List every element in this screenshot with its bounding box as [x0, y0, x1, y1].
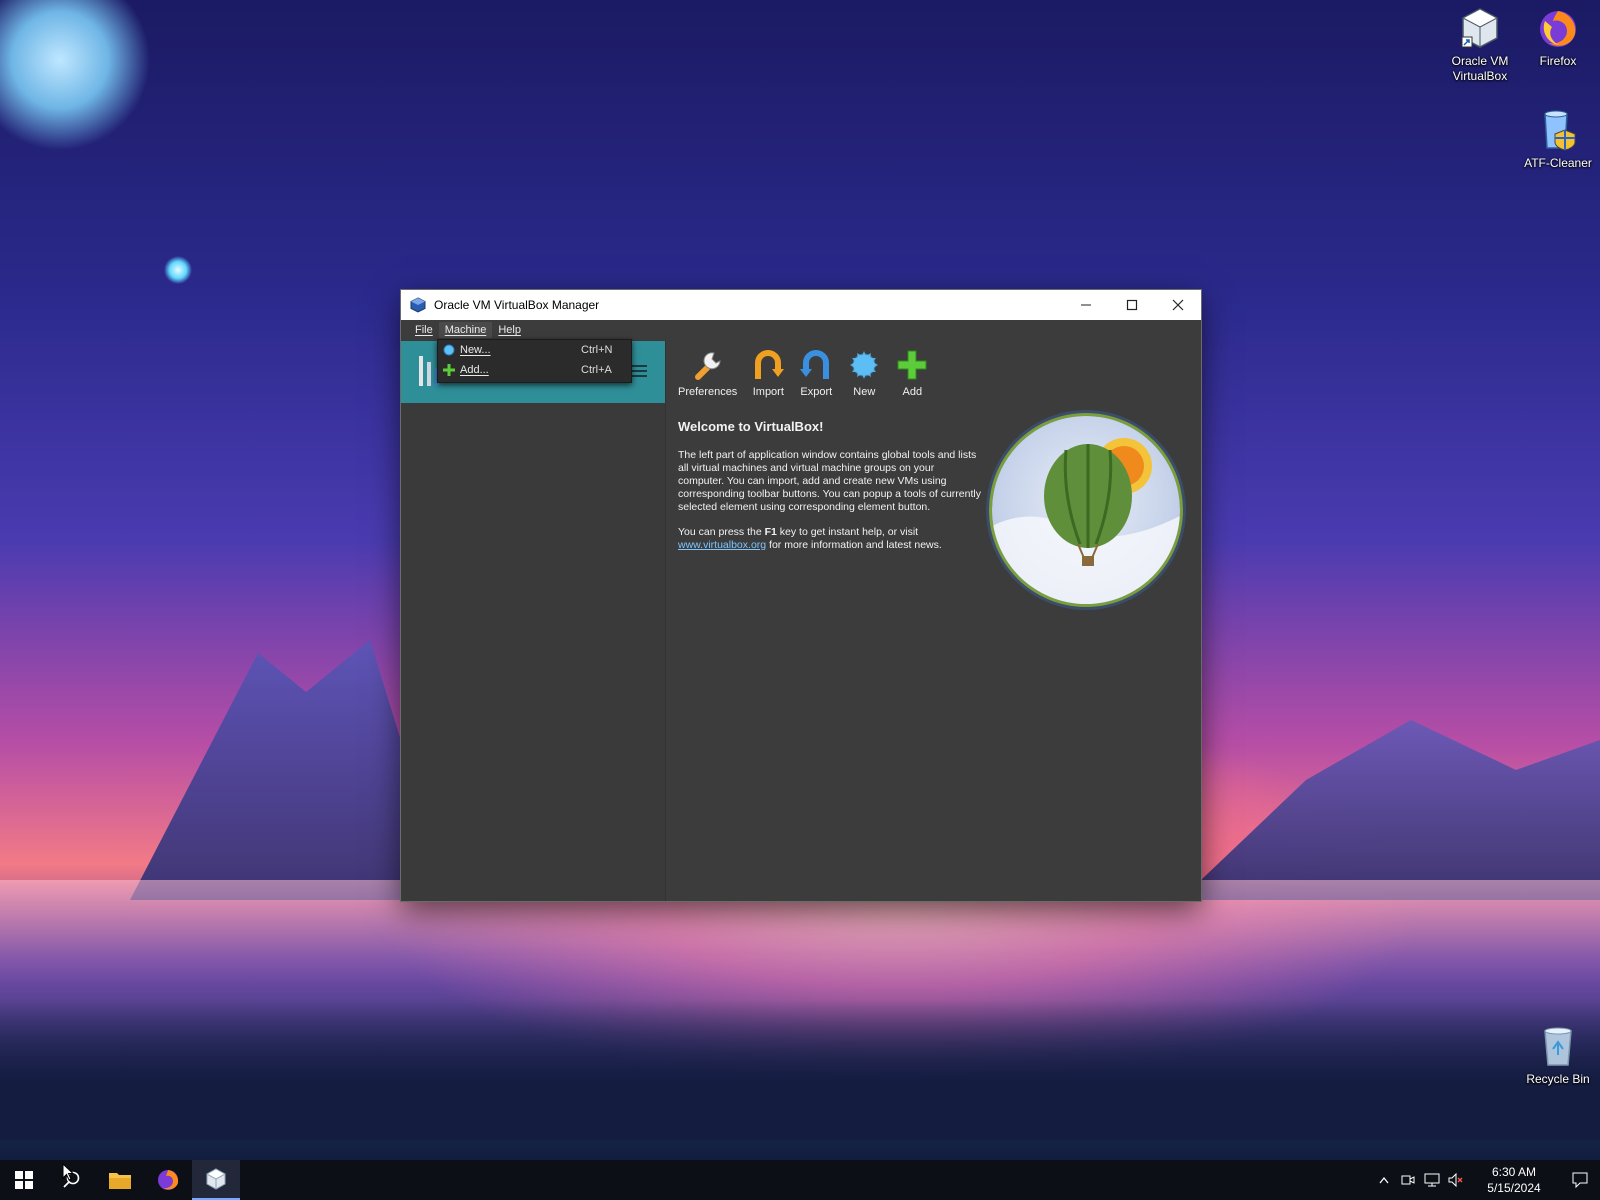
export-button[interactable]: Export: [795, 344, 837, 404]
welcome-balloon-illustration: [992, 416, 1180, 604]
system-tray: 6:30 AM 5/15/2024: [1372, 1160, 1600, 1200]
preferences-label: Preferences: [678, 386, 738, 398]
desktop-icon-recycle-bin[interactable]: Recycle Bin: [1518, 1024, 1598, 1087]
clock-time: 6:30 AM: [1491, 1165, 1537, 1179]
virtualbox-link[interactable]: www.virtualbox.org: [678, 539, 766, 551]
new-vm-icon: [847, 348, 881, 382]
preferences-button[interactable]: Preferences: [674, 344, 741, 404]
volume-muted-icon[interactable]: [1444, 1173, 1468, 1187]
title-bar[interactable]: Oracle VM VirtualBox Manager: [401, 290, 1201, 320]
close-button[interactable]: [1155, 290, 1201, 320]
desktop-icon-virtualbox[interactable]: Oracle VM VirtualBox: [1440, 6, 1520, 84]
close-icon: [1172, 299, 1184, 311]
add-label: Add: [902, 386, 923, 398]
desktop-icon-label: VirtualBox: [1452, 69, 1508, 83]
menu-item-label: Add...: [460, 364, 489, 376]
welcome-paragraph: The left part of application window cont…: [678, 449, 981, 513]
minimize-icon: [1081, 304, 1091, 306]
help-text: You can press the: [678, 526, 765, 538]
menu-file[interactable]: File: [409, 322, 439, 338]
wallpaper-mountain: [1180, 720, 1600, 900]
taskbar-file-explorer[interactable]: [96, 1160, 144, 1200]
f1-key: F1: [764, 526, 777, 538]
welcome-heading: Welcome to VirtualBox!: [678, 419, 824, 434]
windows-logo-icon: [15, 1171, 33, 1189]
network-icon[interactable]: [1420, 1173, 1444, 1187]
desktop-icon-label: ATF-Cleaner: [1524, 156, 1592, 170]
machine-list-pane: [401, 340, 666, 901]
menu-machine[interactable]: Machine: [438, 322, 493, 338]
mouse-cursor-icon: [62, 1163, 74, 1181]
maximize-icon: [1126, 299, 1138, 311]
firefox-icon: [158, 1170, 179, 1190]
import-button[interactable]: Import: [747, 344, 789, 404]
menu-item-label: New...: [460, 344, 491, 356]
virtualbox-icon: [205, 1168, 227, 1190]
minimize-button[interactable]: [1063, 290, 1109, 320]
atf-cleaner-icon: [1536, 108, 1580, 152]
virtualbox-app-icon: [410, 297, 426, 313]
taskbar-firefox[interactable]: [144, 1160, 192, 1200]
taskbar: 6:30 AM 5/15/2024: [0, 1160, 1600, 1200]
start-button[interactable]: [0, 1160, 48, 1200]
desktop-icon-label: Recycle Bin: [1526, 1072, 1590, 1086]
menu-item-add[interactable]: Add... Ctrl+A: [438, 360, 631, 380]
welcome-help-paragraph: You can press the F1 key to get instant …: [678, 526, 983, 552]
menu-item-new[interactable]: New... Ctrl+N: [438, 340, 631, 360]
menu-help[interactable]: Help: [492, 322, 527, 338]
welcome-panel: Welcome to VirtualBox! The left part of …: [678, 420, 983, 564]
new-vm-icon: [438, 344, 460, 356]
firefox-icon: [1536, 6, 1580, 50]
menu-bar: File Machine Help: [401, 320, 1201, 340]
taskbar-virtualbox[interactable]: [192, 1160, 240, 1200]
show-hidden-icons-button[interactable]: [1372, 1176, 1396, 1184]
export-label: Export: [800, 386, 833, 398]
wallpaper-rocks: [0, 1000, 1600, 1140]
desktop-icon-firefox[interactable]: Firefox: [1518, 6, 1598, 69]
export-icon: [799, 348, 833, 382]
tools-menu-icon[interactable]: [631, 364, 647, 381]
folder-icon: [109, 1173, 131, 1189]
desktop-icon-atf-cleaner[interactable]: ATF-Cleaner: [1518, 108, 1598, 171]
clock-date: 5/15/2024: [1487, 1181, 1541, 1195]
help-text: for more information and latest news.: [766, 539, 942, 551]
add-icon: [895, 348, 929, 382]
import-label: Import: [752, 386, 784, 398]
help-text: key to get instant help, or visit: [776, 526, 919, 538]
meet-now-icon[interactable]: [1396, 1174, 1420, 1186]
main-content: Preferences Import Export New Add Welcom…: [401, 340, 1201, 901]
action-center-button[interactable]: [1560, 1172, 1600, 1188]
add-button[interactable]: Add: [891, 344, 933, 404]
desktop-icon-label: Oracle VM: [1451, 54, 1509, 68]
new-label: New: [853, 386, 876, 398]
preferences-icon: [691, 348, 725, 382]
import-icon: [751, 348, 785, 382]
menu-item-shortcut: Ctrl+N: [581, 344, 613, 356]
maximize-button[interactable]: [1109, 290, 1155, 320]
new-button[interactable]: New: [843, 344, 885, 404]
desktop-icon-label: Firefox: [1539, 54, 1577, 68]
taskbar-clock[interactable]: 6:30 AM 5/15/2024: [1474, 1164, 1554, 1196]
notification-icon: [1572, 1172, 1588, 1188]
add-icon: [438, 364, 460, 376]
window-title: Oracle VM VirtualBox Manager: [434, 298, 600, 312]
virtualbox-icon: [1458, 6, 1502, 50]
chevron-up-icon: [1379, 1176, 1389, 1184]
machine-menu-dropdown: New... Ctrl+N Add... Ctrl+A: [437, 339, 632, 383]
global-toolbar: Preferences Import Export New Add: [666, 340, 1201, 404]
tools-pane: Preferences Import Export New Add Welcom…: [666, 340, 1201, 901]
recycle-bin-icon: [1536, 1024, 1580, 1068]
menu-item-shortcut: Ctrl+A: [581, 364, 612, 376]
